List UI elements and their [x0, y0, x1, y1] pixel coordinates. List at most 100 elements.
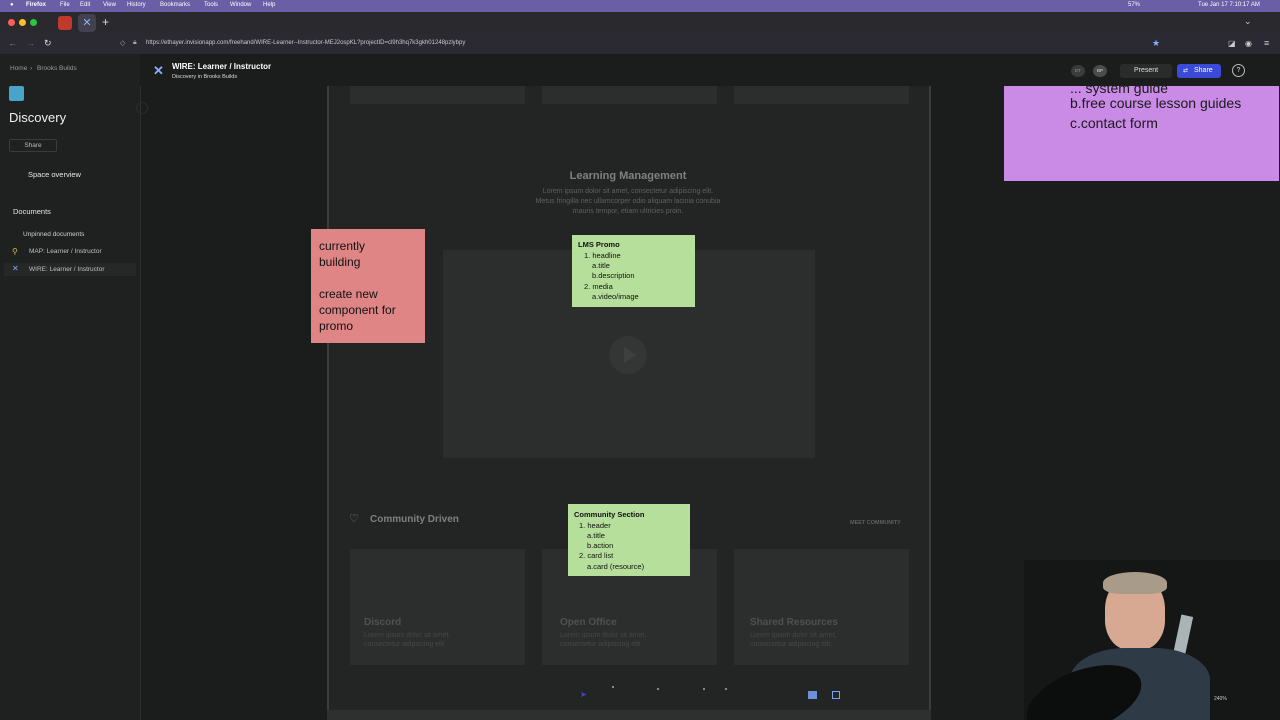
url-text[interactable]: https://ethayer.invisionapp.com/freehand… — [146, 40, 465, 46]
card-title: Open Office — [560, 617, 617, 628]
invision-tab-icon[interactable]: ✕ — [78, 14, 96, 32]
share-button[interactable]: ⇄ Share — [1177, 64, 1221, 78]
lock-icon[interactable]: 🔒︎ — [133, 39, 137, 47]
sidebar-doc-map[interactable]: MAP: Learner / Instructor — [29, 248, 102, 255]
lms-note-title: LMS Promo — [578, 240, 620, 249]
avatar[interactable]: BP — [1093, 65, 1107, 77]
top-card — [350, 86, 525, 104]
menu-history[interactable]: History — [127, 2, 146, 8]
overflow-menu-icon[interactable]: ≡ — [1264, 38, 1269, 48]
community-note-line: 2. card list — [579, 551, 614, 560]
menu-window[interactable]: Window — [230, 2, 251, 8]
bookmark-star-icon[interactable]: ★ — [1152, 38, 1160, 49]
documents-heading: Documents — [13, 207, 51, 216]
toolbar-dot — [725, 688, 727, 690]
pointer-tool-icon[interactable]: ➤ — [580, 690, 587, 699]
avatar[interactable]: ET — [1071, 65, 1085, 77]
space-title: Discovery — [9, 110, 67, 125]
toolbar-dot — [657, 688, 659, 690]
shield-icon[interactable]: ◇ — [120, 39, 125, 47]
card-title: Shared Resources — [750, 617, 838, 628]
help-icon[interactable]: ? — [1232, 64, 1245, 77]
space-overview-link[interactable]: Space overview — [28, 170, 81, 179]
invision-logo-icon[interactable]: ✕ — [153, 63, 164, 79]
red-sticky-note[interactable]: currently building create new component … — [311, 229, 425, 343]
back-icon[interactable]: ← — [8, 38, 17, 48]
doc-title[interactable]: WIRE: Learner / Instructor — [172, 62, 271, 71]
minimize-window-icon[interactable] — [19, 19, 26, 26]
community-note-line: 1. header — [579, 521, 611, 530]
doc-subtitle: Discovery in Brooks Builds — [172, 74, 238, 80]
breadcrumb-separator: › — [30, 65, 33, 72]
menu-help[interactable]: Help — [263, 2, 275, 8]
space-share-button[interactable]: Share — [9, 139, 57, 152]
lms-note-line: 1. headline — [584, 251, 621, 260]
zoom-level[interactable]: 240% — [1214, 696, 1227, 702]
toolbar-dot — [703, 688, 705, 690]
toolbar-dot — [612, 686, 614, 688]
purple-note-line: b.free course lesson guides — [1070, 95, 1242, 111]
lm-body-line: mauris tempor, etiam ultricies proin. — [572, 208, 684, 215]
lm-body-line: Lorem ipsum dolor sit amet, consectetur … — [542, 188, 714, 195]
lms-note-line: a.video/image — [592, 292, 639, 301]
menu-bookmarks[interactable]: Bookmarks — [160, 2, 190, 8]
top-card — [542, 86, 717, 104]
layers-icon[interactable] — [808, 691, 817, 699]
card-body: Lorem ipsum dolor sit amet, — [364, 632, 451, 639]
lms-note-line: a.title — [592, 261, 610, 270]
heart-icon: ♡ — [349, 513, 359, 525]
tab-list-chevron-icon[interactable]: ⌄ — [1244, 16, 1252, 27]
artboard-bottom-edge — [327, 710, 931, 720]
new-tab-icon[interactable]: + — [102, 15, 109, 29]
battery-percent[interactable]: 57% — [1128, 2, 1140, 8]
apple-icon[interactable]: ● — [10, 2, 14, 8]
map-doc-icon: ⚲ — [12, 247, 18, 256]
pinned-tab-icon[interactable] — [58, 16, 72, 30]
forward-icon[interactable]: → — [26, 38, 35, 48]
community-note-line: a.card (resource) — [587, 562, 645, 571]
unpinned-documents-label[interactable]: Unpinned documents — [23, 231, 84, 238]
share-link-icon: ⇄ — [1183, 68, 1189, 74]
card-body: Lorem ipsum dolor sit amet, — [750, 632, 837, 639]
play-button[interactable] — [609, 336, 647, 374]
mac-menubar: ● Firefox File Edit View History Bookmar… — [0, 0, 1280, 12]
extension-icon[interactable]: ◉ — [1245, 39, 1252, 48]
breadcrumb-home[interactable]: Home — [10, 65, 27, 72]
present-button[interactable]: Present — [1120, 64, 1172, 78]
card-body: consectetur adipiscing elit. — [364, 641, 447, 648]
lms-note-line: b.description — [592, 271, 635, 280]
card-body: Lorem ipsum dolor sit amet, — [560, 632, 647, 639]
red-note-line: building — [319, 255, 361, 269]
webcam-overlay: 240% — [1024, 560, 1280, 720]
browser-tabbar — [0, 12, 1280, 34]
play-icon — [624, 347, 636, 363]
purple-sticky-note[interactable]: ... system guide b.free course lesson gu… — [1004, 86, 1279, 181]
card-title: Discord — [364, 617, 402, 628]
clock[interactable]: Tue Jan 17 7:10:17 AM — [1198, 2, 1260, 8]
community-card[interactable]: Discord Lorem ipsum dolor sit amet, cons… — [350, 549, 525, 665]
menu-view[interactable]: View — [103, 2, 116, 8]
community-card[interactable]: Shared Resources Lorem ipsum dolor sit a… — [734, 549, 909, 665]
menu-file[interactable]: File — [60, 2, 70, 8]
reload-icon[interactable]: ↻ — [44, 38, 52, 49]
lms-note-line: 2. media — [584, 282, 613, 291]
close-window-icon[interactable] — [8, 19, 15, 26]
community-section-sticky-note[interactable]: Community Section 1. header a.title b.ac… — [568, 504, 690, 576]
grid-icon[interactable] — [832, 691, 840, 699]
person-hair — [1103, 572, 1167, 594]
community-note-line: a.title — [587, 531, 605, 540]
breadcrumb-space[interactable]: Brooks Builds — [37, 65, 77, 72]
pocket-icon[interactable]: ◪ — [1228, 39, 1236, 48]
sidebar-doc-wire[interactable]: WIRE: Learner / Instructor — [29, 266, 105, 273]
red-note-line: create new — [319, 287, 378, 301]
space-logo — [9, 86, 24, 101]
menu-app-name[interactable]: Firefox — [26, 2, 46, 8]
wire-doc-icon: ✕ — [12, 264, 19, 273]
menu-edit[interactable]: Edit — [80, 2, 90, 8]
red-note-line: promo — [319, 319, 354, 333]
menu-tools[interactable]: Tools — [204, 2, 218, 8]
zoom-window-icon[interactable] — [30, 19, 37, 26]
meet-community-link[interactable]: MEET COMMUNITY — [850, 520, 901, 526]
app-header — [140, 54, 1280, 86]
lms-promo-sticky-note[interactable]: LMS Promo 1. headline a.title b.descript… — [572, 235, 695, 307]
